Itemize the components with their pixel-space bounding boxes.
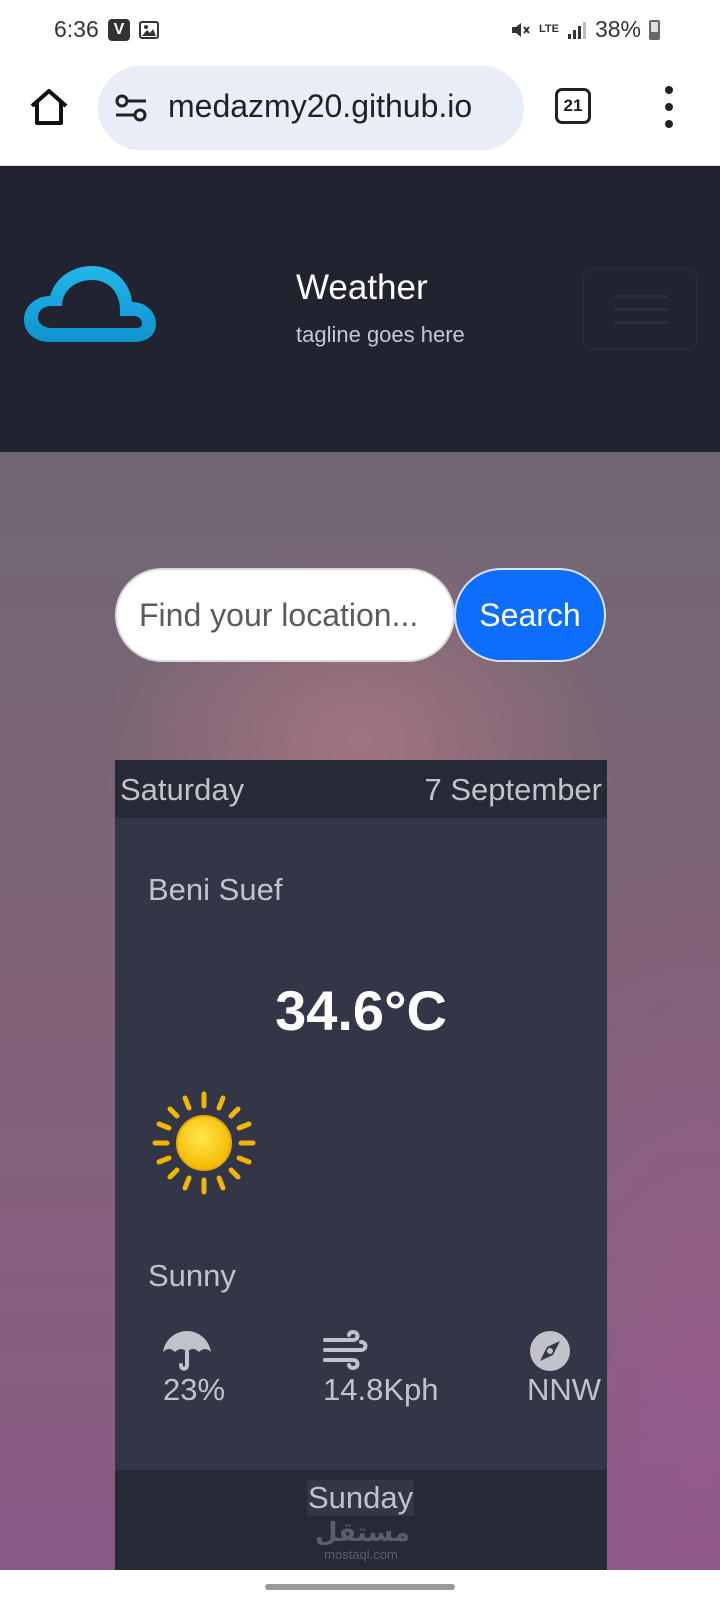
battery-icon	[649, 19, 660, 40]
tab-switcher-button[interactable]: 21	[555, 88, 591, 124]
battery-percent: 38%	[594, 16, 641, 42]
forecast-date: 7 September	[424, 772, 603, 807]
humidity-stat: 23%	[163, 1330, 225, 1408]
browser-menu-icon[interactable]	[660, 86, 680, 128]
brand-title[interactable]: Weather	[296, 268, 428, 308]
search-button[interactable]: Search	[454, 568, 606, 662]
wind-speed-stat: 14.8Kph	[323, 1330, 439, 1408]
url-text[interactable]: medazmy20.github.io	[168, 88, 508, 125]
forecast-card-today: Saturday 7 September Beni Suef 34.6°C Su…	[115, 760, 607, 1570]
notification-v-icon: V	[108, 19, 130, 41]
next-forecast-day: Sunday	[307, 1480, 415, 1516]
umbrella-icon	[163, 1331, 211, 1371]
forecast-card-next-header: Sunday مستقل mostaql.com	[115, 1470, 607, 1570]
browser-toolbar: medazmy20.github.io 21	[0, 62, 720, 166]
home-icon[interactable]	[26, 84, 72, 130]
navigation-gesture-area	[0, 1570, 720, 1600]
status-right: LTE 38%	[509, 16, 660, 43]
address-bar[interactable]: medazmy20.github.io	[98, 66, 524, 150]
wind-direction-value: NNW	[527, 1372, 602, 1407]
watermark-latin: mostaql.com	[324, 1547, 398, 1562]
humidity-value: 23%	[163, 1372, 226, 1407]
compass-icon	[530, 1331, 570, 1371]
gesture-handle[interactable]	[265, 1584, 455, 1590]
mostaql-watermark: مستقل mostaql.com	[315, 1518, 411, 1562]
network-type: LTE	[538, 23, 559, 35]
wind-icon	[323, 1330, 368, 1371]
weather-condition: Sunny	[148, 1258, 236, 1293]
wind-direction-stat: NNW	[527, 1330, 601, 1408]
gallery-notification-icon	[139, 21, 159, 39]
site-navbar: Weather tagline goes here	[0, 166, 720, 452]
status-bar: 6:36 V LTE 38%	[0, 0, 720, 62]
watermark-arabic: مستقل	[315, 1518, 411, 1548]
forecast-card-header: Saturday 7 September	[115, 760, 607, 818]
mute-icon	[511, 22, 530, 37]
site-settings-icon[interactable]	[114, 92, 148, 124]
status-time: 6:36	[54, 16, 99, 42]
location-search-input[interactable]	[115, 568, 455, 662]
wind-speed-value: 14.8Kph	[323, 1372, 439, 1407]
current-temperature: 34.6°C	[275, 979, 447, 1042]
hero-section: Search Saturday 7 September Beni Suef 34…	[0, 452, 720, 1570]
signal-icon	[567, 21, 586, 39]
brand-tagline: tagline goes here	[296, 322, 465, 347]
cloud-logo-icon[interactable]	[22, 264, 158, 350]
location-name: Beni Suef	[148, 872, 283, 907]
forecast-day: Saturday	[120, 772, 245, 807]
sun-icon	[152, 1091, 256, 1195]
navbar-toggle-button[interactable]	[583, 268, 697, 350]
